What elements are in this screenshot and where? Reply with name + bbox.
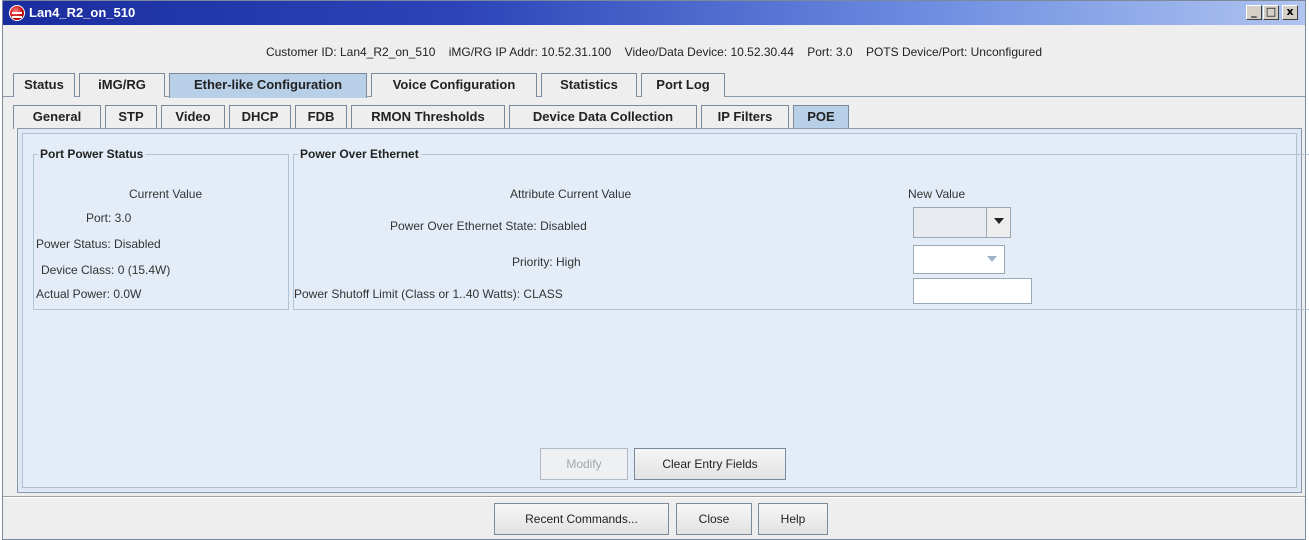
actual-power-value: Actual Power: 0.0W: [36, 287, 142, 301]
device-info-line: Customer ID: Lan4_R2_on_510 iMG/RG IP Ad…: [3, 45, 1305, 59]
tab-ether-like-configuration[interactable]: Ether-like Configuration: [169, 73, 367, 98]
tab-status[interactable]: Status: [13, 73, 75, 97]
minimize-button[interactable]: _: [1246, 5, 1262, 20]
attribute-current-value-header: Attribute Current Value: [510, 187, 632, 201]
tab-dhcp[interactable]: DHCP: [229, 105, 291, 129]
modify-button[interactable]: Modify: [540, 448, 628, 480]
tab-fdb[interactable]: FDB: [295, 105, 347, 129]
tab-rmon-thresholds[interactable]: RMON Thresholds: [351, 105, 505, 129]
power-shutoff-limit-input[interactable]: [913, 278, 1032, 304]
device-class-value: Device Class: 0 (15.4W): [41, 263, 171, 277]
title-bar[interactable]: Lan4_R2_on_510 _ □ x: [3, 1, 1305, 25]
app-window: Lan4_R2_on_510 _ □ x Customer ID: Lan4_R…: [2, 0, 1309, 540]
current-value-header: Current Value: [129, 187, 203, 201]
new-value-header: New Value: [908, 187, 966, 201]
port-text: Port: 3.0: [807, 45, 853, 59]
recent-commands-button[interactable]: Recent Commands...: [494, 503, 669, 535]
close-button[interactable]: Close: [676, 503, 752, 535]
video-device-text: Video/Data Device: 10.52.30.44: [624, 45, 794, 59]
poe-tab-panel: Port Power Status Current Value Port: 3.…: [17, 128, 1309, 493]
power-over-ethernet-legend: Power Over Ethernet: [300, 147, 419, 161]
port-power-status-legend: Port Power Status: [40, 147, 144, 161]
tab-statistics[interactable]: Statistics: [541, 73, 637, 97]
tab-video[interactable]: Video: [161, 105, 225, 129]
poe-state-label: Power Over Ethernet State: Disabled: [390, 219, 587, 233]
pots-text: POTS Device/Port: Unconfigured: [865, 45, 1043, 59]
img-rg-ip-text: iMG/RG IP Addr: 10.52.31.100: [448, 45, 612, 59]
tab-poe[interactable]: POE: [793, 105, 849, 130]
sub-tab-bar: General STP Video DHCP FDB RMON Threshol…: [3, 105, 1305, 130]
footer-separator: [3, 496, 1305, 498]
tab-ip-filters[interactable]: IP Filters: [701, 105, 789, 129]
port-power-status-group: Port Power Status Current Value Port: 3.…: [33, 147, 289, 310]
maximize-button[interactable]: □: [1263, 5, 1279, 20]
tab-img-rg[interactable]: iMG/RG: [79, 73, 165, 97]
power-over-ethernet-group: Power Over Ethernet Attribute Current Va…: [293, 147, 1309, 310]
power-shutoff-limit-label: Power Shutoff Limit (Class or 1..40 Watt…: [294, 287, 563, 301]
customer-id-text: Customer ID: Lan4_R2_on_510: [265, 45, 436, 59]
tab-port-log[interactable]: Port Log: [641, 73, 725, 97]
chevron-down-icon[interactable]: [986, 208, 1010, 237]
help-button[interactable]: Help: [758, 503, 828, 535]
tab-voice-configuration[interactable]: Voice Configuration: [371, 73, 537, 97]
clear-entry-fields-button[interactable]: Clear Entry Fields: [634, 448, 786, 480]
priority-label: Priority: High: [512, 255, 581, 269]
window-title: Lan4_R2_on_510: [29, 5, 136, 20]
tab-general[interactable]: General: [13, 105, 101, 129]
app-logo-icon: [9, 5, 25, 21]
close-window-button[interactable]: x: [1282, 5, 1298, 20]
poe-content-area: Port Power Status Current Value Port: 3.…: [22, 133, 1309, 488]
priority-dropdown[interactable]: [913, 245, 1005, 274]
power-status-value: Power Status: Disabled: [36, 237, 161, 251]
tab-device-data-collection[interactable]: Device Data Collection: [509, 105, 697, 129]
main-tab-bar: Status iMG/RG Ether-like Configuration V…: [3, 73, 1305, 98]
poe-state-dropdown[interactable]: [913, 207, 1011, 238]
chevron-down-icon[interactable]: [980, 246, 1004, 273]
port-value: Port: 3.0: [86, 211, 132, 225]
tab-stp[interactable]: STP: [105, 105, 157, 129]
